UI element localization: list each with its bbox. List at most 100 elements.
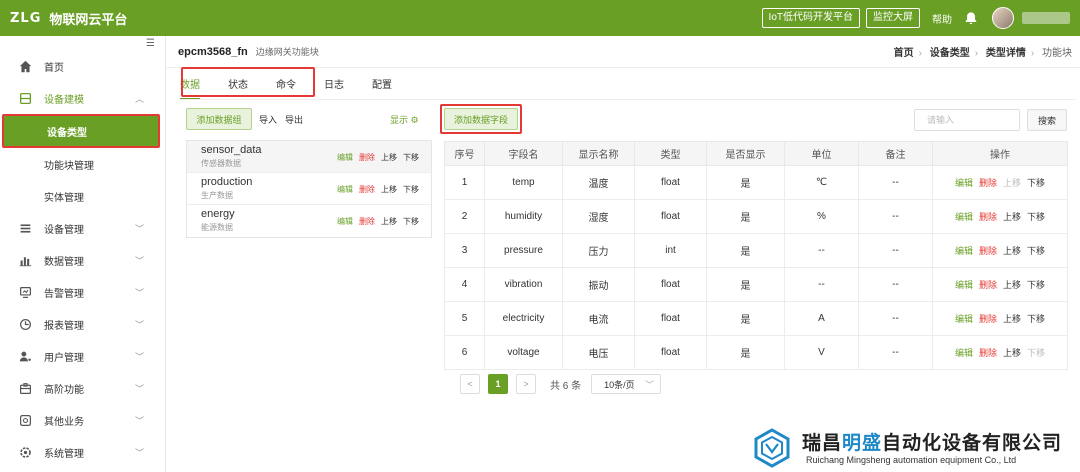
table-row[interactable]: 2 humidity 湿度 float 是 % -- 编辑 删除 上移 下移 <box>444 199 1068 234</box>
move-down-button[interactable]: 下移 <box>403 184 419 195</box>
page-size-select[interactable]: 10条/页 ﹀ <box>591 374 662 394</box>
sidebar-item-function-block[interactable]: 功能块管理 <box>0 148 166 180</box>
monitor-screen-button[interactable]: 监控大屏 <box>866 8 920 28</box>
sidebar-item-report[interactable]: 报表管理 ﹀ <box>0 308 166 340</box>
page-1-button[interactable]: 1 <box>488 374 508 394</box>
chevron-down-icon: ﹀ <box>134 415 144 426</box>
tab-log[interactable]: 日志 <box>324 72 344 100</box>
delete-button[interactable]: 删除 <box>359 216 375 227</box>
delete-button[interactable]: 删除 <box>979 348 997 358</box>
table-row[interactable]: 6 voltage 电压 float 是 V -- 编辑 删除 上移 下移 <box>444 335 1068 370</box>
search-button[interactable]: 搜索 <box>1027 109 1067 131</box>
export-link[interactable]: 导出 <box>285 113 303 126</box>
group-name: sensor_data <box>201 144 262 156</box>
chevron-down-icon: ﹀ <box>134 383 144 394</box>
sidebar-item-alarm[interactable]: 告警管理 ﹀ <box>0 276 166 308</box>
table-row[interactable]: 3 pressure 压力 int 是 -- -- 编辑 删除 上移 下移 <box>444 233 1068 268</box>
sidebar-item-device-modeling[interactable]: 设备建模 ︿ <box>0 82 166 114</box>
zlg-logo[interactable]: ZLG <box>10 11 41 26</box>
chevron-down-icon: ﹀ <box>134 255 144 266</box>
move-up-button[interactable]: 上移 <box>1003 280 1021 290</box>
move-up-button[interactable]: 上移 <box>1003 246 1021 256</box>
lowcode-platform-button[interactable]: IoT低代码开发平台 <box>761 8 860 28</box>
list-item[interactable]: sensor_data 传感器数据 编辑 删除 上移 下移 <box>187 141 431 173</box>
group-desc: 能源数据 <box>201 223 233 232</box>
breadcrumb-device-type[interactable]: 设备类型 <box>930 48 970 59</box>
add-data-group-button[interactable]: 添加数据组 <box>186 108 252 130</box>
sidebar-item-system[interactable]: 系统管理 ﹀ <box>0 436 166 468</box>
data-field-table: 序号 字段名 显示名称 类型 是否显示 单位 备注 操作 1 temp 温度 f… <box>444 141 1068 370</box>
move-down-button: 下移 <box>1027 348 1046 358</box>
edit-button[interactable]: 编辑 <box>955 246 973 256</box>
delete-button[interactable]: 删除 <box>979 246 997 256</box>
edit-button[interactable]: 编辑 <box>955 178 973 188</box>
list-item[interactable]: energy 能源数据 编辑 删除 上移 下移 <box>187 205 431 237</box>
sidebar-item-entity[interactable]: 实体管理 <box>0 180 166 212</box>
edit-button[interactable]: 编辑 <box>955 314 973 324</box>
delete-button[interactable]: 删除 <box>979 314 997 324</box>
delete-button[interactable]: 删除 <box>979 280 997 290</box>
help-link[interactable]: 帮助 <box>932 11 952 26</box>
user-icon <box>18 349 32 363</box>
edit-button[interactable]: 编辑 <box>955 280 973 290</box>
chevron-down-icon: ﹀ <box>645 379 655 390</box>
edit-button[interactable]: 编辑 <box>955 348 973 358</box>
collapse-sidebar-icon[interactable]: ☰ <box>146 38 155 49</box>
cube-icon <box>18 91 32 105</box>
table-row[interactable]: 5 electricity 电流 float 是 A -- 编辑 删除 上移 下移 <box>444 301 1068 336</box>
group-name: energy <box>201 208 235 220</box>
display-toggle[interactable]: 显示 ⚙ <box>390 113 419 126</box>
move-up-button[interactable]: 上移 <box>381 184 397 195</box>
delete-button[interactable]: 删除 <box>979 178 997 188</box>
device-icon <box>18 221 32 235</box>
chevron-down-icon: ﹀ <box>134 351 144 362</box>
move-down-button[interactable]: 下移 <box>1027 280 1045 290</box>
edit-button[interactable]: 编辑 <box>955 212 973 222</box>
search-input[interactable]: 请输入 <box>914 109 1020 131</box>
move-up-button[interactable]: 上移 <box>1003 314 1021 324</box>
sidebar-item-advanced[interactable]: 高阶功能 ﹀ <box>0 372 166 404</box>
sidebar-item-user[interactable]: 用户管理 ﹀ <box>0 340 166 372</box>
tab-config[interactable]: 配置 <box>372 72 392 100</box>
move-down-button[interactable]: 下移 <box>403 216 419 227</box>
company-watermark: 瑞昌明盛自动化设备有限公司 Ruichang Mingsheng automat… <box>750 428 1076 470</box>
page-subtitle: 边缘网关功能块 <box>255 47 319 57</box>
move-up-button[interactable]: 上移 <box>1003 212 1021 222</box>
table-row[interactable]: 1 temp 温度 float 是 ℃ -- 编辑 删除 上移 下移 <box>444 165 1068 200</box>
sidebar-item-other[interactable]: 其他业务 ﹀ <box>0 404 166 436</box>
tabs-divider <box>180 99 1076 100</box>
other-icon <box>18 413 32 427</box>
breadcrumb-home[interactable]: 首页 <box>894 48 914 59</box>
sidebar-item-home[interactable]: 首页 <box>0 50 166 82</box>
table-row[interactable]: 4 vibration 振动 float 是 -- -- 编辑 删除 上移 下移 <box>444 267 1068 302</box>
import-link[interactable]: 导入 <box>259 113 277 126</box>
username-blurred[interactable] <box>1022 12 1070 24</box>
delete-button[interactable]: 删除 <box>359 184 375 195</box>
move-down-button[interactable]: 下移 <box>1027 246 1045 256</box>
list-item[interactable]: production 生产数据 编辑 删除 上移 下移 <box>187 173 431 205</box>
bell-icon[interactable] <box>964 11 978 25</box>
sidebar-item-device-management[interactable]: 设备管理 ﹀ <box>0 212 166 244</box>
move-down-button[interactable]: 下移 <box>1027 212 1045 222</box>
move-up-button[interactable]: 上移 <box>381 152 397 163</box>
avatar[interactable] <box>992 7 1014 29</box>
move-up-button[interactable]: 上移 <box>1003 348 1021 358</box>
edit-button[interactable]: 编辑 <box>337 216 353 227</box>
breadcrumb-type-detail[interactable]: 类型详情 <box>986 48 1026 59</box>
group-name: production <box>201 176 253 188</box>
next-page-button[interactable]: > <box>516 374 536 394</box>
edit-button[interactable]: 编辑 <box>337 184 353 195</box>
sidebar-item-data-management[interactable]: 数据管理 ﹀ <box>0 244 166 276</box>
prev-page-button[interactable]: < <box>460 374 480 394</box>
delete-button[interactable]: 删除 <box>359 152 375 163</box>
report-icon <box>18 317 32 331</box>
col-display-name: 显示名称 <box>562 141 635 166</box>
col-note: 备注 <box>858 141 933 166</box>
col-type: 类型 <box>634 141 707 166</box>
edit-button[interactable]: 编辑 <box>337 152 353 163</box>
move-down-button[interactable]: 下移 <box>1027 314 1045 324</box>
delete-button[interactable]: 删除 <box>979 212 997 222</box>
move-down-button[interactable]: 下移 <box>403 152 419 163</box>
move-down-button[interactable]: 下移 <box>1027 178 1045 188</box>
move-up-button[interactable]: 上移 <box>381 216 397 227</box>
